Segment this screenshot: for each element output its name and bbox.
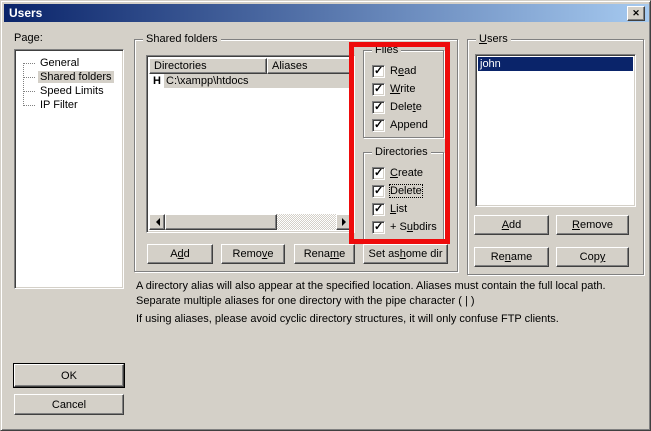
user-remove-button[interactable]: Remove (556, 215, 629, 235)
shared-remove-button[interactable]: Remove (221, 244, 285, 264)
shared-rename-button[interactable]: Rename (294, 244, 355, 264)
shared-add-button[interactable]: Add (147, 244, 213, 264)
files-delete-row: Delete (372, 98, 443, 116)
scroll-left-button[interactable] (149, 214, 165, 230)
scroll-left-icon (152, 218, 160, 226)
list-checkbox[interactable] (372, 203, 385, 216)
write-checkbox-label[interactable]: Write (390, 83, 415, 95)
page-item-speed-limits[interactable]: Speed Limits (15, 84, 123, 98)
write-checkbox[interactable] (372, 83, 385, 96)
column-header-directories[interactable]: Directories (149, 58, 267, 74)
directory-list-header: Directories Aliases (149, 58, 352, 74)
append-checkbox[interactable] (372, 119, 385, 132)
close-icon[interactable]: ✕ (627, 6, 645, 21)
create-checkbox[interactable] (372, 167, 385, 180)
users-group-label: Users (476, 33, 511, 45)
shared-folders-group-label: Shared folders (143, 33, 221, 45)
dirs-delete-checkbox-label[interactable]: Delete (390, 185, 422, 197)
set-as-home-dir-button[interactable]: Set as home dir (363, 244, 448, 264)
files-read-row: Read (372, 62, 443, 80)
page-item-general[interactable]: General (15, 56, 123, 70)
list-checkbox-label[interactable]: List (390, 203, 407, 215)
alias-help-text: A directory alias will also appear at th… (136, 279, 650, 309)
user-rename-button[interactable]: Rename (474, 247, 549, 267)
read-checkbox[interactable] (372, 65, 385, 78)
user-list-item[interactable]: john (478, 57, 633, 71)
window-title: Users (4, 6, 42, 20)
directory-path: C:\xampp\htdocs (164, 74, 352, 88)
directory-rows: H C:\xampp\htdocs (149, 74, 352, 214)
scroll-right-icon (342, 218, 350, 226)
page-list: General Shared folders Speed Limits IP F… (14, 49, 124, 289)
files-delete-checkbox-label[interactable]: Delete (390, 101, 422, 113)
dirs-delete-checkbox[interactable] (372, 185, 385, 198)
column-header-aliases[interactable]: Aliases (267, 58, 352, 74)
files-write-row: Write (372, 80, 443, 98)
subdirs-checkbox[interactable] (372, 221, 385, 234)
home-flag: H (149, 74, 164, 88)
users-dialog: Users ✕ Page: General Shared folders Spe… (0, 0, 651, 431)
page-tree: General Shared folders Speed Limits IP F… (15, 56, 123, 112)
dirs-create-row: Create (372, 164, 443, 182)
page-label: Page: (14, 32, 43, 44)
subdirs-checkbox-label[interactable]: + Subdirs (390, 221, 437, 233)
page-item-shared-folders[interactable]: Shared folders (15, 70, 123, 84)
horizontal-scrollbar[interactable] (149, 214, 352, 230)
files-permissions-group: Files Read Write Delete Append (363, 50, 444, 138)
scroll-right-button[interactable] (336, 214, 352, 230)
scrollbar-thumb[interactable] (165, 214, 277, 230)
files-append-row: Append (372, 116, 443, 134)
page-item-ip-filter[interactable]: IP Filter (15, 98, 123, 112)
title-bar[interactable]: Users ✕ (4, 4, 649, 22)
directory-row[interactable]: H C:\xampp\htdocs (149, 74, 352, 88)
directories-permissions-group: Directories Create Delete List + Subdirs (363, 152, 444, 240)
dirs-subdirs-row: + Subdirs (372, 218, 443, 236)
read-checkbox-label[interactable]: Read (390, 65, 416, 77)
scrollbar-track[interactable] (277, 214, 336, 230)
user-add-button[interactable]: Add (474, 215, 549, 235)
append-checkbox-label[interactable]: Append (390, 119, 428, 131)
cyclic-help-text: If using aliases, please avoid cyclic di… (136, 312, 650, 327)
users-list: john (475, 54, 636, 207)
user-copy-button[interactable]: Copy (556, 247, 629, 267)
directory-list: Directories Aliases H C:\xampp\htdocs (146, 55, 355, 233)
create-checkbox-label[interactable]: Create (390, 167, 423, 179)
dirs-delete-row: Delete (372, 182, 443, 200)
cancel-button[interactable]: Cancel (14, 394, 124, 415)
ok-button[interactable]: OK (14, 364, 124, 387)
dirs-list-row: List (372, 200, 443, 218)
files-delete-checkbox[interactable] (372, 101, 385, 114)
